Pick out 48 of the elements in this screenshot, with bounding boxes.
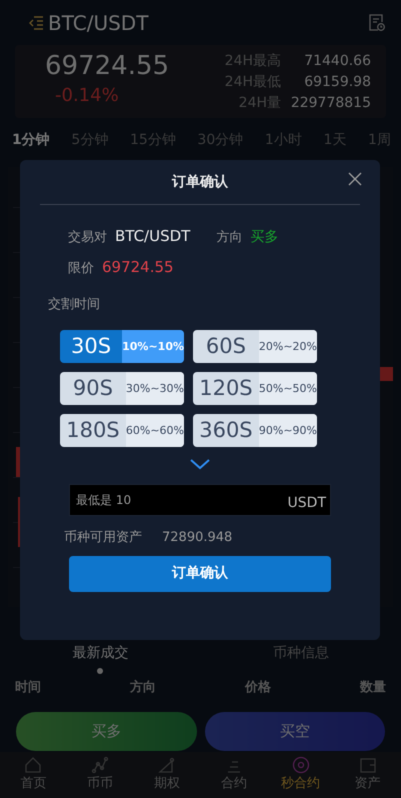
- history-icon[interactable]: [369, 14, 385, 32]
- section-label: 交割时间: [47, 296, 101, 314]
- buy-long-button[interactable]: 买多: [16, 712, 196, 750]
- column-header: 数量: [360, 679, 386, 697]
- field-label: 交易对: [68, 229, 107, 247]
- last-price: 69724.55: [45, 51, 170, 82]
- nodes-icon: [91, 756, 110, 774]
- field-label: 方向: [216, 229, 242, 247]
- dialog-title: 订单确认: [172, 172, 228, 192]
- duration-option[interactable]: 60S 20%~20%: [193, 330, 317, 363]
- duration-option[interactable]: 180S 60%~60%: [60, 414, 184, 447]
- buy-short-button[interactable]: 买空: [204, 712, 385, 750]
- nav-item[interactable]: 期权: [134, 756, 200, 794]
- price-change: -0.14%: [54, 84, 120, 108]
- duration-option[interactable]: 90S 30%~30%: [60, 372, 184, 405]
- duration-option[interactable]: 30S 10%~10%: [60, 330, 184, 363]
- timeframe-tab[interactable]: 1分钟: [12, 130, 50, 151]
- nav-item[interactable]: 秒合约: [267, 756, 334, 794]
- duration-option[interactable]: 360S 90%~90%: [193, 414, 317, 447]
- stat-value: 69159.98: [303, 73, 371, 92]
- triangle-icon: [158, 756, 176, 774]
- balance-value: 72890.948: [162, 529, 232, 547]
- column-header: 价格: [245, 679, 271, 697]
- pair-value: BTC/USDT: [115, 226, 190, 247]
- column-header: 方向: [130, 678, 156, 697]
- limit-price: 69724.55: [102, 257, 174, 278]
- nav-item[interactable]: 资产: [334, 756, 401, 794]
- pair-title: BTC/USDT: [48, 10, 148, 36]
- close-icon[interactable]: [348, 172, 362, 186]
- confirm-button[interactable]: 订单确认: [69, 556, 331, 592]
- target-icon: [292, 756, 310, 774]
- stat-value: 229778815: [290, 94, 371, 113]
- column-header: 时间: [15, 679, 41, 697]
- chevron-down-icon[interactable]: [190, 459, 210, 470]
- wallet-icon: [358, 756, 377, 774]
- nav-item[interactable]: 首页: [0, 756, 67, 794]
- back-icon[interactable]: [28, 16, 44, 30]
- unit-label: USDT: [288, 494, 326, 513]
- candle: [16, 447, 20, 477]
- field-label: 限价: [68, 260, 94, 278]
- duration-option[interactable]: 120S 50%~50%: [193, 372, 317, 405]
- nav-item[interactable]: 币币: [66, 756, 134, 794]
- tab-indicator: [97, 668, 104, 674]
- direction-value: 买多: [250, 228, 278, 247]
- nav-item[interactable]: 合约: [200, 756, 268, 794]
- balance-label: 币种可用资产: [64, 529, 142, 547]
- stat-value: 71440.66: [303, 52, 371, 71]
- home-icon: [24, 756, 42, 774]
